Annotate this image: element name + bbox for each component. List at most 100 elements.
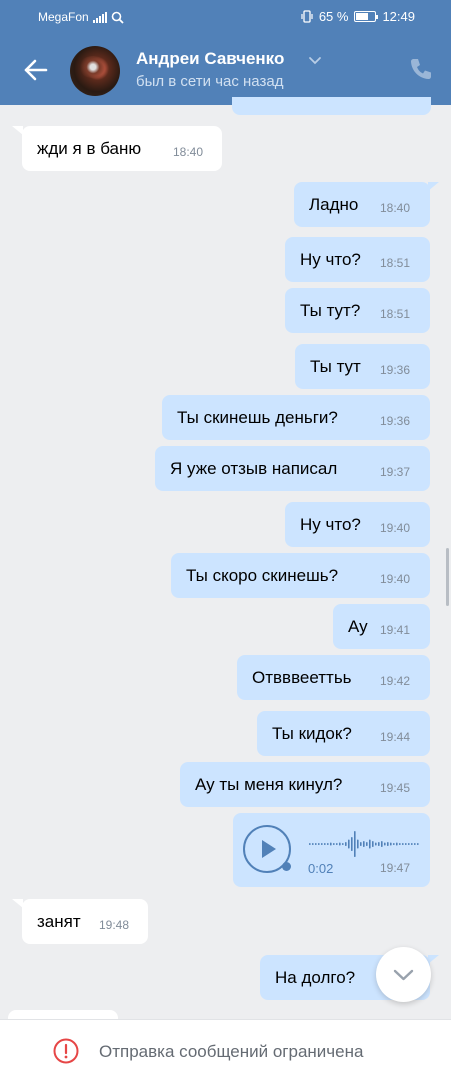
message-text: Я уже отзыв написал (170, 459, 338, 478)
waveform-bar (327, 843, 329, 845)
play-button[interactable] (243, 825, 291, 873)
message-time: 18:40 (380, 201, 411, 215)
avatar[interactable] (70, 46, 120, 96)
message-bubble-incoming[interactable]: жди я в баню 18:40 (22, 126, 222, 171)
waveform-bar (390, 842, 392, 846)
message-time: 19:36 (380, 363, 411, 377)
back-arrow-icon[interactable] (22, 56, 50, 84)
message-text: занят (37, 912, 81, 931)
waveform-bar (321, 843, 323, 845)
waveform-bar (315, 843, 317, 845)
message-bubble-incoming[interactable]: занят 19:48 (22, 899, 148, 944)
message-time: 19:37 (380, 465, 411, 479)
vibrate-icon (301, 10, 313, 23)
status-right: 65 % 12:49 (301, 9, 415, 24)
message-time: 19:48 (99, 918, 130, 932)
voice-message-bubble[interactable]: 0:02 19:47 (233, 813, 430, 887)
waveform-bar (339, 842, 341, 846)
message-bubble-outgoing[interactable]: Ты тут 19:36 (295, 344, 430, 389)
waveform-bar (336, 843, 338, 845)
voice-waveform[interactable] (309, 829, 421, 859)
restriction-text: Отправка сообщений ограничена (99, 1042, 364, 1061)
waveform-bar (354, 831, 356, 857)
battery-percent: 65 % (318, 9, 349, 24)
message-text: Ау (348, 617, 368, 636)
waveform-bar (402, 843, 404, 845)
waveform-bar (369, 839, 371, 849)
battery-icon (354, 11, 379, 22)
message-time: 18:40 (173, 145, 204, 159)
message-text: На долго? (275, 968, 356, 987)
message-text: Отвввееттьь (252, 668, 352, 687)
message-time: 19:47 (380, 861, 411, 875)
waveform-bar (417, 843, 419, 845)
message-time: 19:41 (380, 623, 411, 637)
voice-duration: 0:02 (308, 861, 334, 876)
waveform-bar (333, 843, 335, 845)
waveform-bar (348, 839, 350, 849)
status-left: MegaFon (38, 10, 124, 24)
clock: 12:49 (382, 9, 415, 24)
signal-icon (92, 11, 107, 23)
waveform-bar (381, 841, 383, 847)
waveform-bar (393, 843, 395, 845)
waveform-bar (405, 843, 407, 845)
waveform-bar (375, 842, 377, 846)
waveform-bar (378, 842, 380, 846)
message-text: Ау ты меня кинул? (195, 775, 343, 794)
message-bubble-outgoing[interactable]: Ты тут? 18:51 (285, 288, 430, 333)
message-time: 19:44 (380, 730, 411, 744)
phone-icon[interactable] (408, 56, 434, 82)
search-icon (111, 11, 124, 24)
message-bubble-outgoing[interactable]: Ну что? 18:51 (285, 237, 430, 282)
message-bubble-outgoing[interactable]: Ау 19:41 (333, 604, 430, 649)
message-text: Ну что? (300, 250, 361, 269)
message-bubble-outgoing[interactable]: Я уже отзыв написал 19:37 (155, 446, 430, 491)
waveform-bar (342, 843, 344, 845)
unplayed-indicator (282, 862, 291, 871)
waveform-bar (411, 843, 413, 845)
message-text: Ты скоро скинешь? (186, 566, 339, 585)
message-time: 18:51 (380, 307, 411, 321)
message-bubble-outgoing[interactable]: Ты скинешь деньги? 19:36 (162, 395, 430, 440)
exclamation-circle-icon (53, 1038, 79, 1064)
waveform-bar (309, 843, 311, 845)
waveform-bar (366, 842, 368, 846)
waveform-bar (330, 842, 332, 846)
message-bubble-outgoing[interactable]: Ты скоро скинешь? 19:40 (171, 553, 430, 598)
bubble-tail (12, 899, 23, 908)
message-text: Ты тут (310, 357, 361, 376)
waveform-bar (312, 843, 314, 845)
contact-name[interactable]: Андреи Савченко (136, 49, 284, 69)
waveform-bar (324, 843, 326, 845)
message-bubble-outgoing[interactable]: Ладно 18:40 (294, 182, 430, 227)
bubble-tail (428, 182, 439, 191)
waveform-bar (345, 842, 347, 846)
waveform-bar (384, 842, 386, 846)
waveform-bar (318, 843, 320, 845)
partial-message-bubble (232, 97, 431, 115)
message-text: Ты кидок? (272, 724, 352, 743)
status-bar: MegaFon 65 % 12:49 (0, 0, 451, 34)
waveform-bar (372, 841, 374, 847)
waveform-bar (399, 843, 401, 845)
message-time: 19:40 (380, 521, 411, 535)
scrollbar[interactable] (446, 548, 449, 606)
message-time: 19:40 (380, 572, 411, 586)
last-seen-status: был в сети час назад (136, 73, 284, 90)
chevron-down-icon (393, 969, 414, 981)
message-time: 18:51 (380, 256, 411, 270)
message-text: Ну что? (300, 515, 361, 534)
message-text: Ты скинешь деньги? (177, 408, 338, 427)
waveform-bar (360, 842, 362, 846)
compose-restricted-bar: Отправка сообщений ограничена (0, 1019, 451, 1080)
message-bubble-outgoing[interactable]: Ты кидок? 19:44 (257, 711, 430, 756)
message-time: 19:45 (380, 781, 411, 795)
scroll-to-bottom-button[interactable] (376, 947, 431, 1002)
chevron-down-icon[interactable] (308, 56, 322, 66)
message-bubble-outgoing[interactable]: Отвввееттьь 19:42 (237, 655, 430, 700)
message-bubble-outgoing[interactable]: Ну что? 19:40 (285, 502, 430, 547)
waveform-bar (363, 841, 365, 847)
message-bubble-outgoing[interactable]: Ау ты меня кинул? 19:45 (180, 762, 430, 807)
chat-header: MegaFon 65 % 12:49 Андреи Савченко был в… (0, 0, 451, 105)
